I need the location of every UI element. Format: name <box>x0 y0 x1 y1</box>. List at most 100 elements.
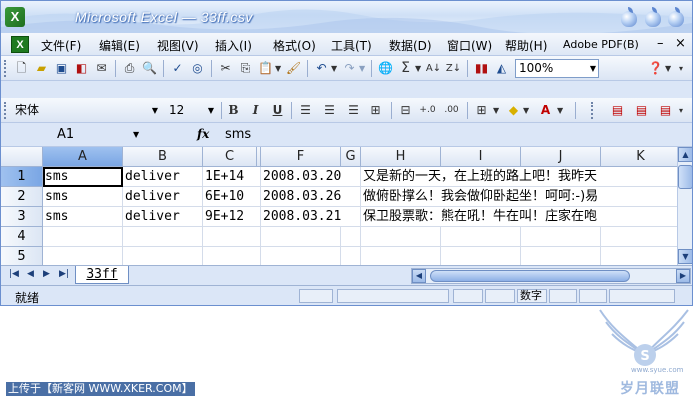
drawing-icon[interactable]: ◭ <box>493 60 510 77</box>
cell[interactable] <box>341 247 361 265</box>
cell[interactable] <box>123 227 203 247</box>
cell[interactable] <box>521 247 601 265</box>
horizontal-scroll-thumb[interactable] <box>430 270 630 282</box>
cell[interactable] <box>261 247 341 265</box>
previous-sheet-icon[interactable]: ◀ <box>27 269 34 279</box>
toolbar-grip[interactable] <box>4 60 7 77</box>
row-header[interactable]: 1 <box>1 167 43 187</box>
title-bar[interactable]: X Microsoft Excel — 33ff.csv <box>1 1 692 33</box>
cell[interactable] <box>43 227 123 247</box>
undo-dropdown-icon[interactable]: ▼ <box>331 60 337 77</box>
menu-data[interactable]: 数据(D) <box>389 37 432 54</box>
cell-c2[interactable]: 6E+10 <box>203 187 261 207</box>
align-left-icon[interactable]: ☰ <box>297 102 314 119</box>
open-folder-icon[interactable]: ▰ <box>33 60 50 77</box>
workbook-icon[interactable]: X <box>11 36 29 53</box>
scroll-up-icon[interactable]: ▲ <box>678 147 692 162</box>
column-header[interactable]: A <box>43 147 123 167</box>
cell-b3[interactable]: deliver <box>123 207 203 227</box>
undo-icon[interactable]: ↶ <box>313 60 330 77</box>
toolbar-options-icon[interactable]: ▾ <box>679 60 683 77</box>
menu-insert[interactable]: 插入(I) <box>215 37 252 54</box>
workbook-close-button[interactable]: × <box>675 36 686 51</box>
fill-color-icon[interactable]: ◆ <box>505 102 522 119</box>
formula-input[interactable]: sms <box>225 127 251 142</box>
permission-icon[interactable]: ◧ <box>73 60 90 77</box>
row-header[interactable]: 4 <box>1 227 43 247</box>
print-icon[interactable]: ⎙ <box>121 60 138 77</box>
menu-adobe-pdf[interactable]: Adobe PDF(B) <box>563 38 639 51</box>
cell-h1[interactable]: 又是新的一天，在上班的路上吧！我昨天 <box>361 167 677 187</box>
row-header[interactable]: 3 <box>1 207 43 227</box>
cell[interactable] <box>341 227 361 247</box>
cell-b1[interactable]: deliver <box>123 167 203 187</box>
cell-a2[interactable]: sms <box>43 187 123 207</box>
cell[interactable] <box>43 247 123 265</box>
save-icon[interactable]: ▣ <box>53 60 70 77</box>
menu-file[interactable]: 文件(F) <box>41 37 81 54</box>
cell-h3[interactable]: 保卫股票歌：熊在吼！牛在叫！庄家在咆 <box>361 207 677 227</box>
vertical-scroll-thumb[interactable] <box>678 165 692 189</box>
sort-ascending-icon[interactable]: A↓ <box>425 60 442 77</box>
menu-tools[interactable]: 工具(T) <box>331 37 372 54</box>
cell-h2[interactable]: 做俯卧撑么！我会做仰卧起坐！呵呵:-)易 <box>361 187 677 207</box>
research-icon[interactable]: ◎ <box>189 60 206 77</box>
select-all-corner[interactable] <box>1 147 43 167</box>
cell-a1[interactable]: sms <box>43 167 123 187</box>
horizontal-scrollbar[interactable]: ◀ ▶ <box>411 268 691 284</box>
font-color-dropdown-icon[interactable]: ▼ <box>557 102 563 119</box>
cell[interactable] <box>521 227 601 247</box>
scroll-down-icon[interactable]: ▼ <box>678 249 692 264</box>
redo-dropdown-icon[interactable]: ▼ <box>359 60 365 77</box>
increase-decimal-icon[interactable]: +.0 <box>419 102 436 119</box>
cell-c3[interactable]: 9E+12 <box>203 207 261 227</box>
last-sheet-icon[interactable]: ▶| <box>59 269 69 279</box>
align-center-icon[interactable]: ☰ <box>321 102 338 119</box>
column-header[interactable]: I <box>441 147 521 167</box>
pdf-review-icon[interactable]: ▤ <box>657 102 674 119</box>
email-icon[interactable]: ✉ <box>93 60 110 77</box>
font-color-icon[interactable]: A <box>537 102 554 119</box>
align-right-icon[interactable]: ☰ <box>345 102 362 119</box>
font-size-select[interactable]: 12 ▼ <box>165 101 217 120</box>
paste-dropdown-icon[interactable]: ▼ <box>275 60 281 77</box>
currency-icon[interactable]: ⊟ <box>397 102 414 119</box>
borders-dropdown-icon[interactable]: ▼ <box>493 102 499 119</box>
cell-c1[interactable]: 1E+14 <box>203 167 261 187</box>
cell[interactable] <box>261 227 341 247</box>
cell[interactable] <box>203 247 261 265</box>
column-header[interactable]: G <box>341 147 361 167</box>
cell[interactable] <box>601 227 677 247</box>
convert-to-pdf-icon[interactable]: ▤ <box>609 102 626 119</box>
cell-b2[interactable]: deliver <box>123 187 203 207</box>
new-document-icon[interactable]: 🗋 <box>13 60 30 77</box>
redo-icon[interactable]: ↷ <box>341 60 358 77</box>
fill-color-dropdown-icon[interactable]: ▼ <box>523 102 529 119</box>
cell[interactable] <box>441 247 521 265</box>
merge-center-icon[interactable]: ⊞ <box>367 102 384 119</box>
cut-icon[interactable]: ✂ <box>217 60 234 77</box>
minimize-window-button[interactable] <box>619 7 639 29</box>
cell[interactable] <box>441 227 521 247</box>
toolbar-grip[interactable] <box>4 102 7 119</box>
cell-f3[interactable]: 2008.03.21 <box>261 207 361 227</box>
menu-format[interactable]: 格式(O) <box>273 37 316 54</box>
first-sheet-icon[interactable]: |◀ <box>9 269 19 279</box>
paste-icon[interactable]: 📋 <box>257 60 274 77</box>
cell-f1[interactable]: 2008.03.20 <box>261 167 361 187</box>
print-preview-icon[interactable]: 🔍 <box>141 60 158 77</box>
cell[interactable] <box>361 247 441 265</box>
close-window-button[interactable] <box>666 7 686 29</box>
menu-help[interactable]: 帮助(H) <box>505 37 547 54</box>
italic-icon[interactable]: I <box>247 102 264 119</box>
cell[interactable] <box>601 247 677 265</box>
vertical-scrollbar[interactable]: ▲ ▼ <box>677 147 692 265</box>
maximize-window-button[interactable] <box>643 7 663 29</box>
cell-a3[interactable]: sms <box>43 207 123 227</box>
column-header[interactable]: K <box>601 147 677 167</box>
column-header[interactable]: C <box>203 147 257 167</box>
toolbar-grip[interactable] <box>591 102 594 119</box>
scroll-left-icon[interactable]: ◀ <box>412 269 426 283</box>
menu-edit[interactable]: 编辑(E) <box>99 37 140 54</box>
column-header[interactable]: H <box>361 147 441 167</box>
